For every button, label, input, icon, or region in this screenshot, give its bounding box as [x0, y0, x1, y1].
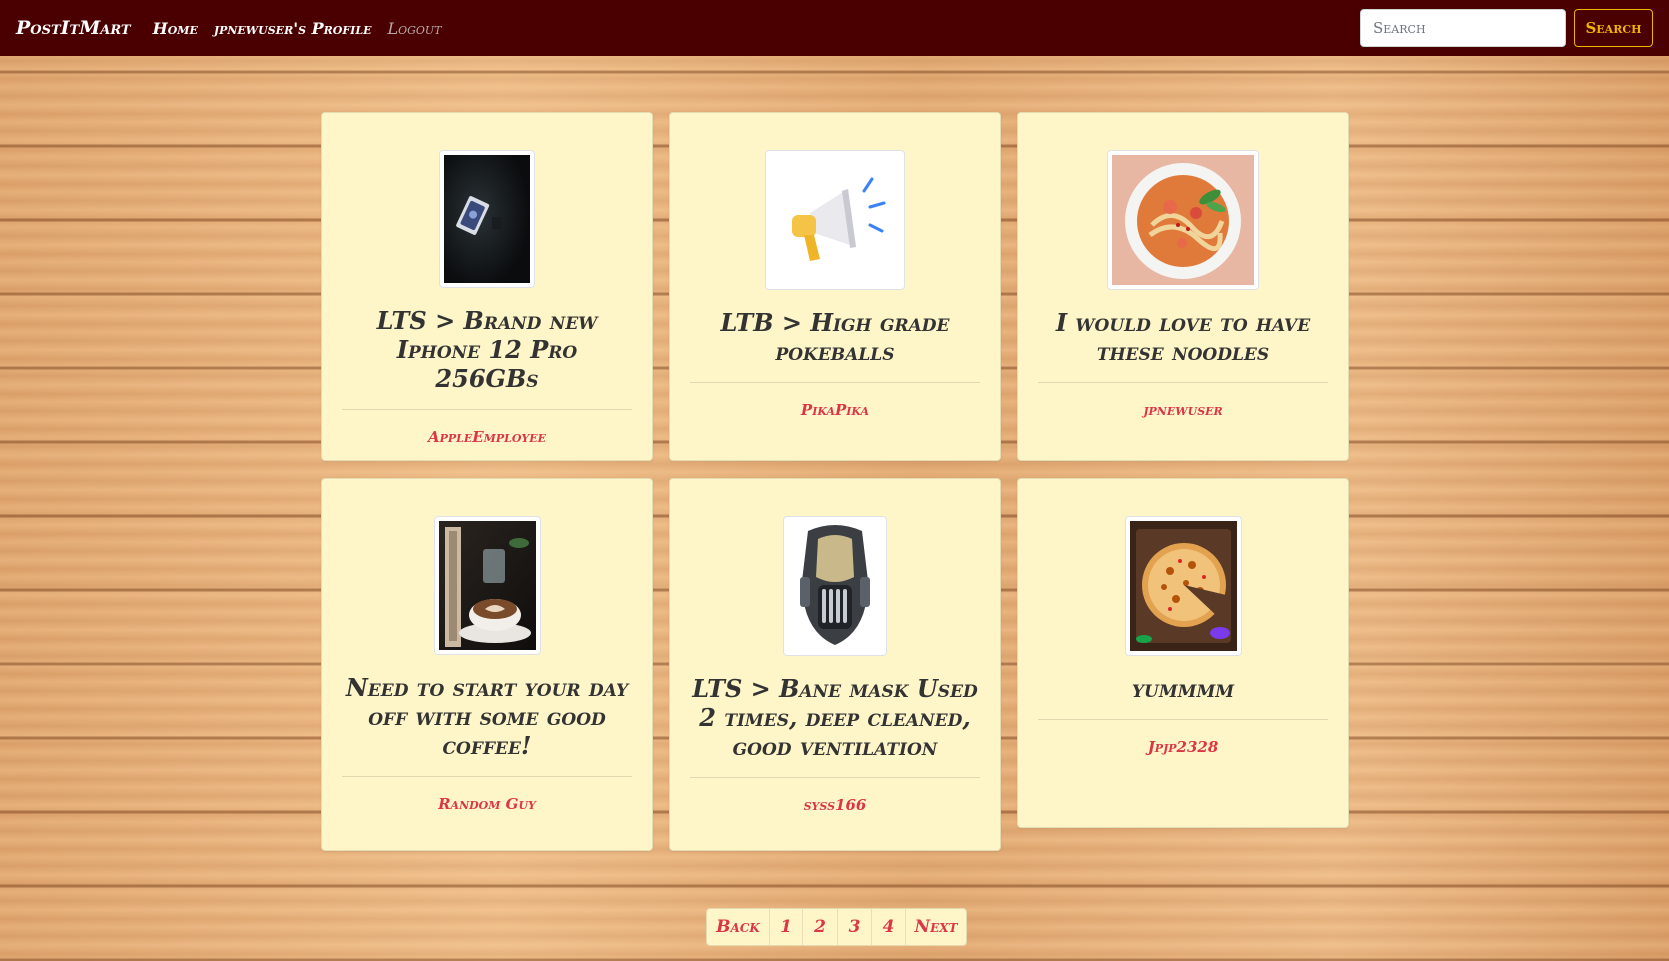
- post-thumbnail[interactable]: [433, 516, 541, 655]
- pagination-page-4[interactable]: 4: [872, 909, 906, 945]
- post-title[interactable]: LTS > Bane mask Used 2 times, deep clean…: [670, 674, 1000, 761]
- post-title[interactable]: Need to start your day off with some goo…: [322, 673, 652, 760]
- pagination-page-2[interactable]: 2: [803, 909, 838, 945]
- card-divider: [1038, 382, 1328, 383]
- post-title[interactable]: yummmm: [1018, 674, 1348, 703]
- megaphone-icon: [770, 155, 900, 285]
- brand-logo[interactable]: PostItMart: [16, 17, 131, 39]
- post-author[interactable]: AppleEmployee: [428, 428, 546, 446]
- post-thumbnail[interactable]: [783, 516, 887, 656]
- nav-profile-link[interactable]: jpnewuser's Profile: [214, 19, 372, 38]
- post-thumbnail[interactable]: [765, 150, 905, 290]
- pagination-page-3[interactable]: 3: [838, 909, 872, 945]
- post-author[interactable]: PikaPika: [801, 401, 869, 419]
- post-card[interactable]: Need to start your day off with some goo…: [321, 478, 653, 851]
- pagination-back-button[interactable]: Back: [707, 909, 770, 945]
- noodle-bowl-photo: [1112, 155, 1254, 285]
- post-thumbnail[interactable]: [1107, 150, 1259, 290]
- post-card[interactable]: LTS > Brand new Iphone 12 Pro 256GBs App…: [321, 112, 653, 461]
- nav-home-link[interactable]: Home: [153, 19, 198, 38]
- bane-mask-photo: [788, 521, 882, 651]
- pagination-page-1[interactable]: 1: [770, 909, 803, 945]
- card-divider: [690, 382, 980, 383]
- navbar: PostItMart Home jpnewuser's Profile Logo…: [0, 0, 1669, 56]
- post-title[interactable]: I would love to have these noodles: [1018, 308, 1348, 366]
- post-title[interactable]: LTS > Brand new Iphone 12 Pro 256GBs: [322, 306, 652, 393]
- card-divider: [342, 409, 632, 410]
- search-button[interactable]: Search: [1574, 9, 1653, 47]
- post-card[interactable]: LTS > Bane mask Used 2 times, deep clean…: [669, 478, 1001, 851]
- latte-photo: [438, 521, 536, 650]
- post-thumbnail[interactable]: [439, 150, 535, 288]
- post-card[interactable]: I would love to have these noodles jpnew…: [1017, 112, 1349, 461]
- nav-logout-link[interactable]: Logout: [387, 19, 441, 38]
- card-divider: [690, 777, 980, 778]
- post-author[interactable]: Jpjp2328: [1148, 738, 1219, 756]
- search-input[interactable]: [1360, 9, 1566, 47]
- card-divider: [342, 776, 632, 777]
- post-title[interactable]: LTB > High grade pokeballs: [670, 308, 1000, 366]
- pagination: Back 1 2 3 4 Next: [706, 908, 967, 946]
- post-author[interactable]: syss166: [804, 796, 867, 814]
- post-card[interactable]: yummmm Jpjp2328: [1017, 478, 1349, 828]
- post-author[interactable]: jpnewuser: [1143, 401, 1222, 419]
- card-divider: [1038, 719, 1328, 720]
- pagination-next-button[interactable]: Next: [906, 909, 966, 945]
- phone-box-photo: [444, 155, 530, 283]
- post-thumbnail[interactable]: [1124, 516, 1242, 656]
- pizza-photo: [1129, 521, 1237, 651]
- post-author[interactable]: Random Guy: [438, 795, 536, 813]
- post-card[interactable]: LTB > High grade pokeballs PikaPika: [669, 112, 1001, 461]
